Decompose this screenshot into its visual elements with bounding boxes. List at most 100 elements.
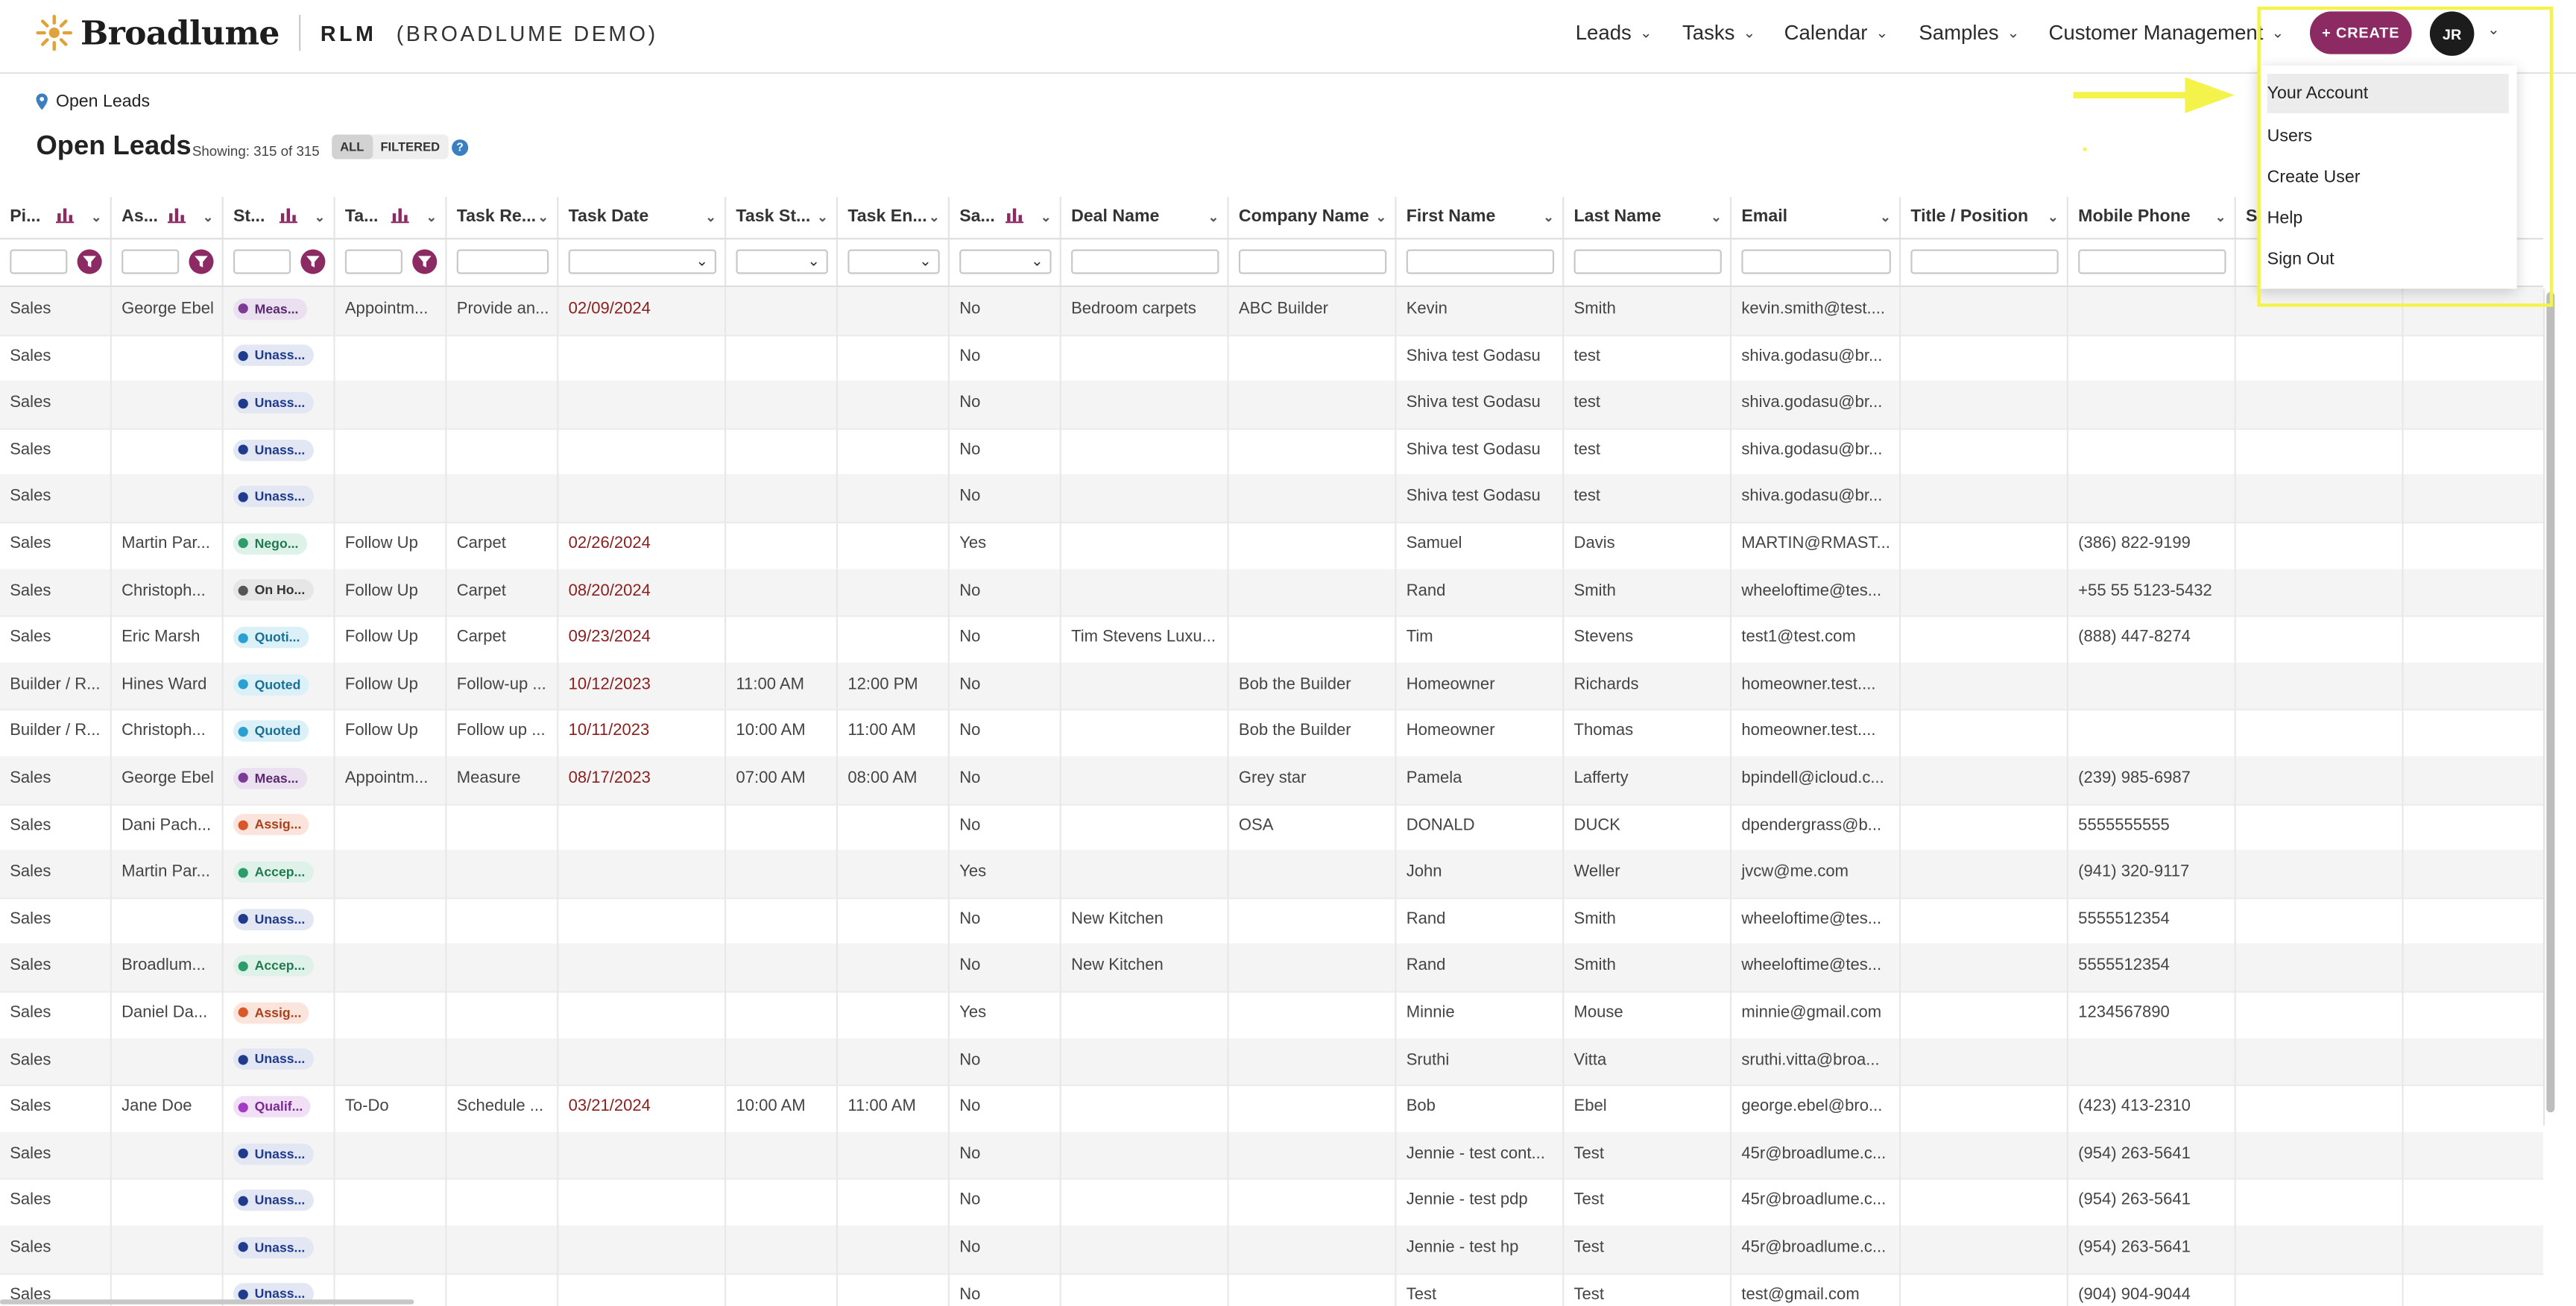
toggle-all-button[interactable]: ALL bbox=[332, 134, 373, 160]
column-menu-icon[interactable]: ⌄ bbox=[315, 197, 326, 238]
table-row[interactable]: Builder / R... Christoph... Quoted Follow U… bbox=[0, 709, 2543, 758]
column-menu-icon[interactable]: ⌄ bbox=[1880, 197, 1891, 238]
toggle-filtered-button[interactable]: FILTERED bbox=[372, 134, 448, 159]
filter-funnel-icon[interactable] bbox=[300, 249, 326, 274]
table-row[interactable]: Sales Martin Par... Accep... Yes John Weller j… bbox=[0, 850, 2543, 899]
table-row[interactable]: Sales Jane Doe Qualif... To-Do Schedule ... 0… bbox=[0, 1085, 2543, 1134]
column-filter-input[interactable] bbox=[344, 249, 403, 274]
vertical-scrollbar[interactable] bbox=[2542, 288, 2558, 1126]
column-menu-icon[interactable]: ⌄ bbox=[2048, 197, 2059, 238]
table-row[interactable]: Sales Unass... No Shiva test Godasu test shiv… bbox=[0, 474, 2543, 524]
user-avatar[interactable]: JR bbox=[2429, 11, 2475, 56]
column-filter-input[interactable] bbox=[233, 249, 291, 274]
column-header[interactable]: St... ⌄ bbox=[224, 197, 335, 239]
table-row[interactable]: Sales Eric Marsh Quoti... Follow Up Carpet 09… bbox=[0, 615, 2543, 664]
column-filter-select[interactable]: ⌄ bbox=[959, 249, 1052, 274]
column-header[interactable]: Ta... ⌄ bbox=[335, 197, 447, 239]
column-header[interactable]: Mobile Phone ⌄ bbox=[2068, 197, 2236, 239]
menu-item-your-account[interactable]: Your Account bbox=[2267, 74, 2509, 113]
menu-item-create-user[interactable]: Create User bbox=[2267, 157, 2509, 197]
column-menu-icon[interactable]: ⌄ bbox=[1041, 197, 1052, 238]
column-menu-icon[interactable]: ⌄ bbox=[929, 197, 940, 238]
column-filter-input[interactable] bbox=[2078, 249, 2226, 274]
create-button[interactable]: + CREATE bbox=[2309, 11, 2412, 54]
table-row[interactable]: Sales Unass... No Shiva test Godasu test shiv… bbox=[0, 428, 2543, 477]
nav-tasks[interactable]: Tasks ⌄ bbox=[1682, 22, 1755, 45]
table-row[interactable]: Sales George Ebel Meas... Appointm... Measur… bbox=[0, 756, 2543, 805]
table-row[interactable]: Sales Unass... No Jennie - test pdp Test 45r@… bbox=[0, 1179, 2543, 1228]
menu-item-sign-out[interactable]: Sign Out bbox=[2267, 239, 2509, 279]
bar-chart-icon[interactable] bbox=[391, 206, 409, 224]
table-row[interactable]: Sales Unass... No Shiva test Godasu test shiv… bbox=[0, 334, 2543, 383]
table-row[interactable]: Sales Broadlum... Accep... No New Kitchen Ran… bbox=[0, 944, 2543, 993]
column-menu-icon[interactable]: ⌄ bbox=[537, 197, 549, 238]
table-row[interactable]: Sales George Ebel Meas... Appointm... Provid… bbox=[0, 287, 2543, 336]
nav-samples[interactable]: Samples ⌄ bbox=[1919, 22, 2019, 45]
column-menu-icon[interactable]: ⌄ bbox=[203, 197, 214, 238]
cell-value: Sales bbox=[10, 816, 51, 835]
table-row[interactable]: Sales Dani Pach... Assig... No OSA DONALD DUCK… bbox=[0, 803, 2543, 852]
column-filter-input[interactable] bbox=[1238, 249, 1387, 274]
column-header[interactable]: Sa... ⌄ bbox=[950, 197, 1061, 239]
nav-calendar[interactable]: Calendar ⌄ bbox=[1784, 22, 1888, 45]
column-header[interactable]: Deal Name ⌄ bbox=[1061, 197, 1229, 239]
column-menu-icon[interactable]: ⌄ bbox=[426, 197, 438, 238]
column-header[interactable]: Last Name ⌄ bbox=[1564, 197, 1732, 239]
breadcrumb-label[interactable]: Open Leads bbox=[56, 92, 150, 111]
table-row[interactable]: Sales Unass... No Jennie - test cont... Test… bbox=[0, 1132, 2543, 1181]
column-header[interactable]: Task St... ⌄ bbox=[726, 197, 839, 239]
column-header[interactable]: As... ⌄ bbox=[112, 197, 224, 239]
table-row[interactable]: Sales Unass... No Jennie - test hp Test 45r@b… bbox=[0, 1225, 2543, 1275]
help-icon[interactable]: ? bbox=[452, 139, 469, 157]
nav-leads[interactable]: Leads ⌄ bbox=[1576, 22, 1652, 45]
logo[interactable]: Broadlume RLM (BROADLUME DEMO) bbox=[34, 13, 657, 52]
table-row[interactable]: Sales Unass... No New Kitchen Rand Smith wheel… bbox=[0, 897, 2543, 946]
column-menu-icon[interactable]: ⌄ bbox=[817, 197, 828, 238]
bar-chart-icon[interactable] bbox=[167, 206, 186, 224]
column-filter-input[interactable] bbox=[1910, 249, 2059, 274]
filter-funnel-icon[interactable] bbox=[412, 249, 438, 274]
column-filter-input[interactable] bbox=[121, 249, 180, 274]
menu-item-help[interactable]: Help bbox=[2267, 198, 2509, 238]
nav-customer-management[interactable]: Customer Management ⌄ bbox=[2049, 22, 2285, 45]
column-filter-input[interactable] bbox=[1071, 249, 1219, 274]
column-filter-input[interactable] bbox=[1741, 249, 1891, 274]
column-menu-icon[interactable]: ⌄ bbox=[1208, 197, 1219, 238]
table-row[interactable]: Sales Christoph... On Ho... Follow Up Carpet… bbox=[0, 568, 2543, 617]
column-menu-icon[interactable]: ⌄ bbox=[1711, 197, 1722, 238]
column-header[interactable]: Title / Position ⌄ bbox=[1901, 197, 2068, 239]
column-menu-icon[interactable]: ⌄ bbox=[1375, 197, 1386, 238]
column-menu-icon[interactable]: ⌄ bbox=[91, 197, 102, 238]
table-row[interactable]: Builder / R... Hines Ward Quoted Follow Up F… bbox=[0, 662, 2543, 711]
chevron-down-icon[interactable]: ⌄ bbox=[2487, 22, 2500, 40]
column-filter-input[interactable] bbox=[1573, 249, 1722, 274]
column-menu-icon[interactable]: ⌄ bbox=[2215, 197, 2226, 238]
table-row[interactable]: Sales Daniel Da... Assig... Yes Minnie Mouse m… bbox=[0, 991, 2543, 1040]
filter-funnel-icon[interactable] bbox=[77, 249, 102, 274]
bar-chart-icon[interactable] bbox=[1005, 206, 1024, 224]
scrollbar-thumb[interactable] bbox=[2546, 291, 2555, 1113]
column-menu-icon[interactable]: ⌄ bbox=[705, 197, 716, 238]
column-filter-select[interactable]: ⌄ bbox=[736, 249, 828, 274]
column-header[interactable]: First Name ⌄ bbox=[1396, 197, 1565, 239]
column-header[interactable]: Task Re... ⌄ bbox=[447, 197, 559, 239]
menu-item-users[interactable]: Users bbox=[2267, 116, 2509, 156]
column-header[interactable]: Email ⌄ bbox=[1731, 197, 1901, 239]
column-filter-select[interactable]: ⌄ bbox=[568, 249, 716, 274]
table-row[interactable]: Sales Unass... No Shiva test Godasu test shiv… bbox=[0, 381, 2543, 430]
column-header[interactable]: Task En... ⌄ bbox=[838, 197, 950, 239]
column-header[interactable]: Company Name ⌄ bbox=[1229, 197, 1397, 239]
table-row[interactable]: Sales Unass... No Sruthi Vitta sruthi.vitta@b… bbox=[0, 1038, 2543, 1087]
table-row[interactable]: Sales Martin Par... Nego... Follow Up Carpet… bbox=[0, 521, 2543, 571]
filter-funnel-icon[interactable] bbox=[189, 249, 214, 274]
horizontal-scrollbar[interactable] bbox=[0, 1299, 414, 1305]
column-menu-icon[interactable]: ⌄ bbox=[1543, 197, 1554, 238]
bar-chart-icon[interactable] bbox=[279, 206, 297, 224]
column-filter-input[interactable] bbox=[456, 249, 549, 274]
column-filter-input[interactable] bbox=[1406, 249, 1555, 274]
column-header[interactable]: Task Date ⌄ bbox=[558, 197, 727, 239]
bar-chart-icon[interactable] bbox=[55, 206, 75, 224]
column-filter-select[interactable]: ⌄ bbox=[847, 249, 940, 274]
column-header[interactable]: Pi... ⌄ bbox=[0, 197, 112, 239]
column-filter-input[interactable] bbox=[10, 249, 68, 274]
